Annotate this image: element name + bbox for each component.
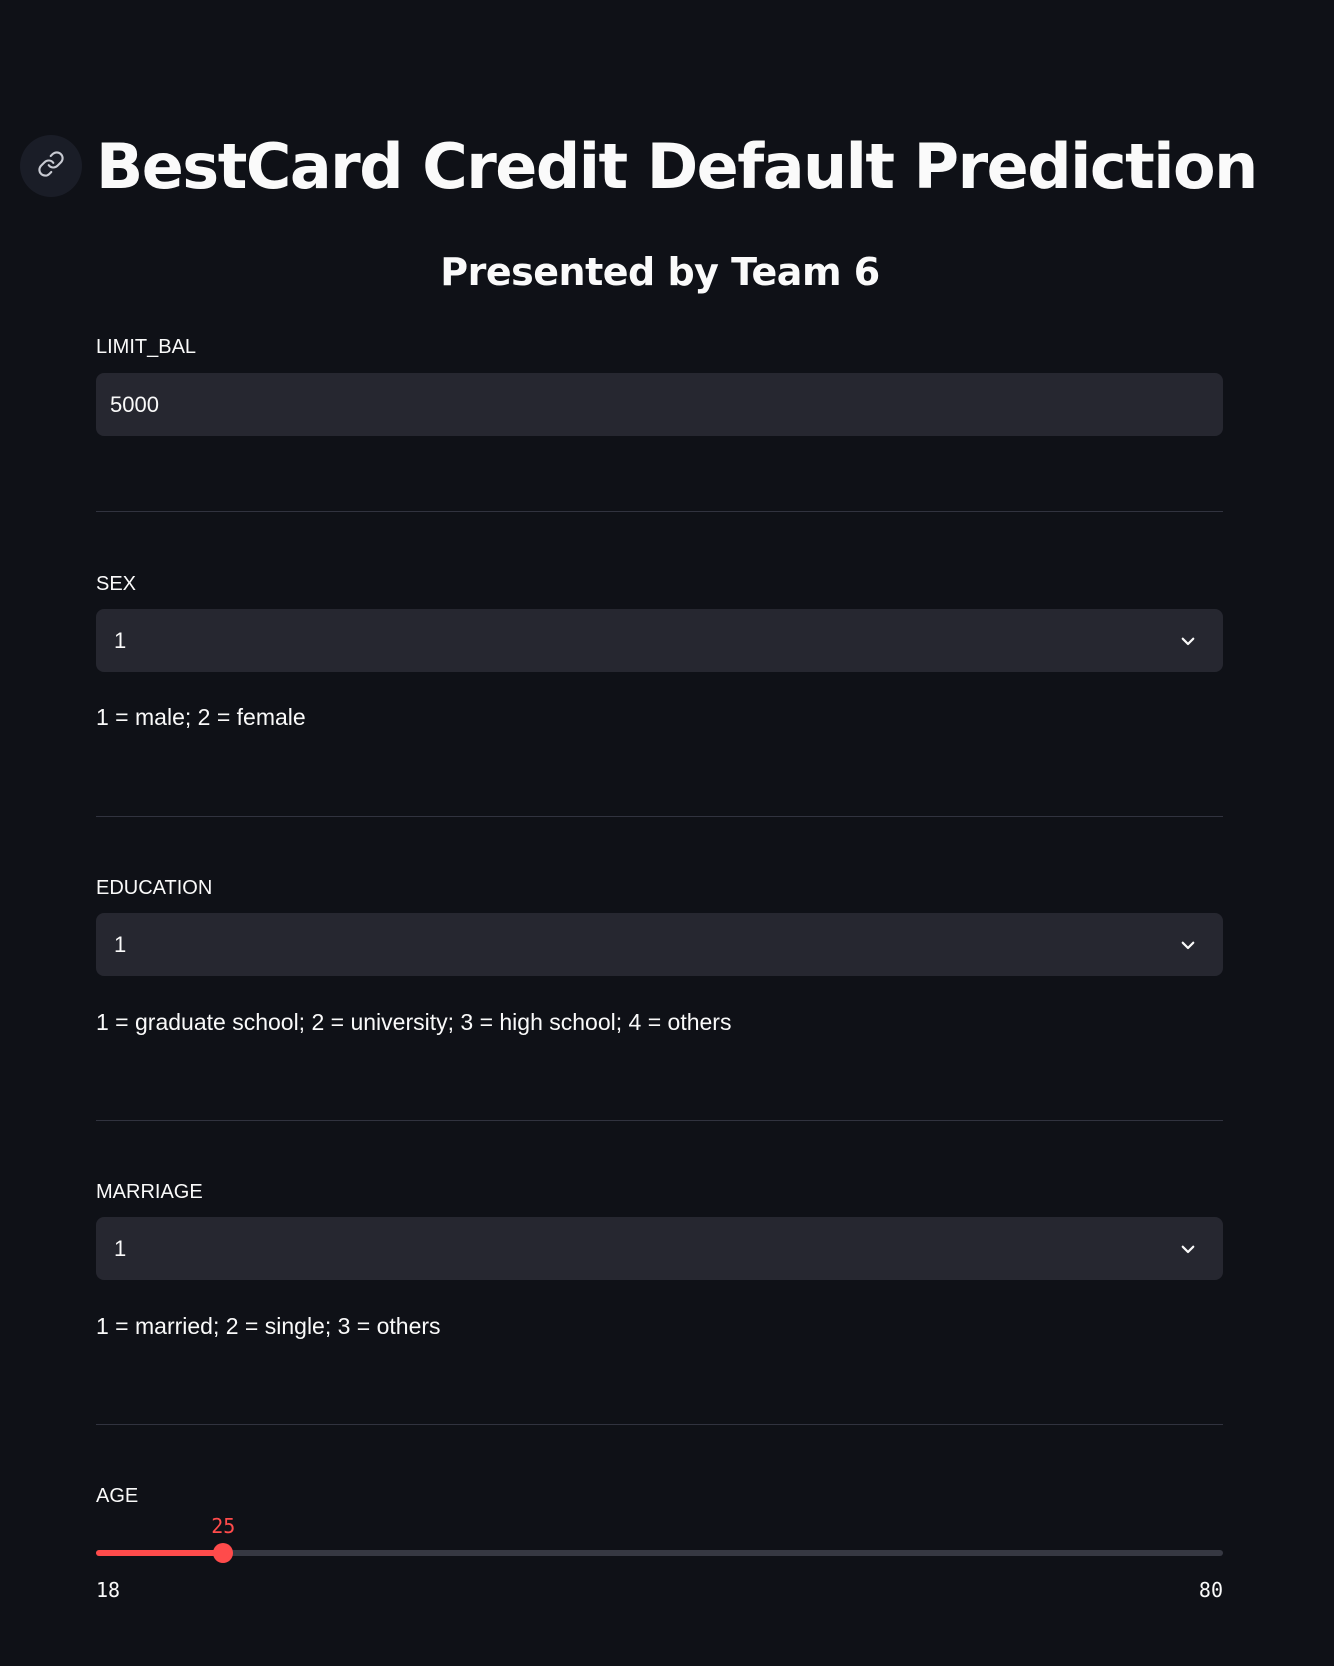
education-label: EDUCATION	[96, 877, 213, 899]
link-icon	[37, 150, 65, 182]
divider	[96, 511, 1223, 512]
age-slider-fill	[96, 1550, 224, 1556]
divider	[96, 1120, 1223, 1121]
divider	[96, 1424, 1223, 1425]
marriage-selected-value: 1	[114, 1235, 127, 1261]
divider	[96, 816, 1223, 817]
sex-selected-value: 1	[114, 627, 127, 653]
education-selected-value: 1	[114, 931, 127, 957]
marriage-select[interactable]: 1	[96, 1217, 1223, 1280]
marriage-help-text: 1 = married; 2 = single; 3 = others	[96, 1313, 441, 1339]
page-title: BestCard Credit Default Prediction	[96, 130, 1258, 203]
age-slider-value: 25	[211, 1514, 236, 1538]
header-anchor-link[interactable]	[20, 135, 82, 197]
sex-select[interactable]: 1	[96, 609, 1223, 672]
app-page: BestCard Credit Default Prediction Prese…	[0, 0, 1334, 1666]
sex-label: SEX	[96, 573, 137, 595]
education-select[interactable]: 1	[96, 913, 1223, 976]
chevron-down-icon	[1179, 632, 1197, 650]
limit-bal-input[interactable]: 5000	[96, 373, 1223, 436]
sex-help-text: 1 = male; 2 = female	[96, 704, 306, 730]
age-label: AGE	[96, 1485, 139, 1507]
age-slider-handle[interactable]	[213, 1543, 234, 1563]
education-help-text: 1 = graduate school; 2 = university; 3 =…	[96, 1009, 732, 1035]
chevron-down-icon	[1179, 936, 1197, 954]
limit-bal-value: 5000	[110, 391, 159, 417]
age-slider-track[interactable]	[96, 1543, 1223, 1563]
limit-bal-label: LIMIT_BAL	[96, 336, 197, 358]
chevron-down-icon	[1179, 1240, 1197, 1258]
age-slider-min: 18	[96, 1578, 121, 1602]
age-slider-max: 80	[1198, 1578, 1223, 1602]
page-subtitle: Presented by Team 6	[440, 250, 880, 294]
marriage-label: MARRIAGE	[96, 1181, 203, 1203]
